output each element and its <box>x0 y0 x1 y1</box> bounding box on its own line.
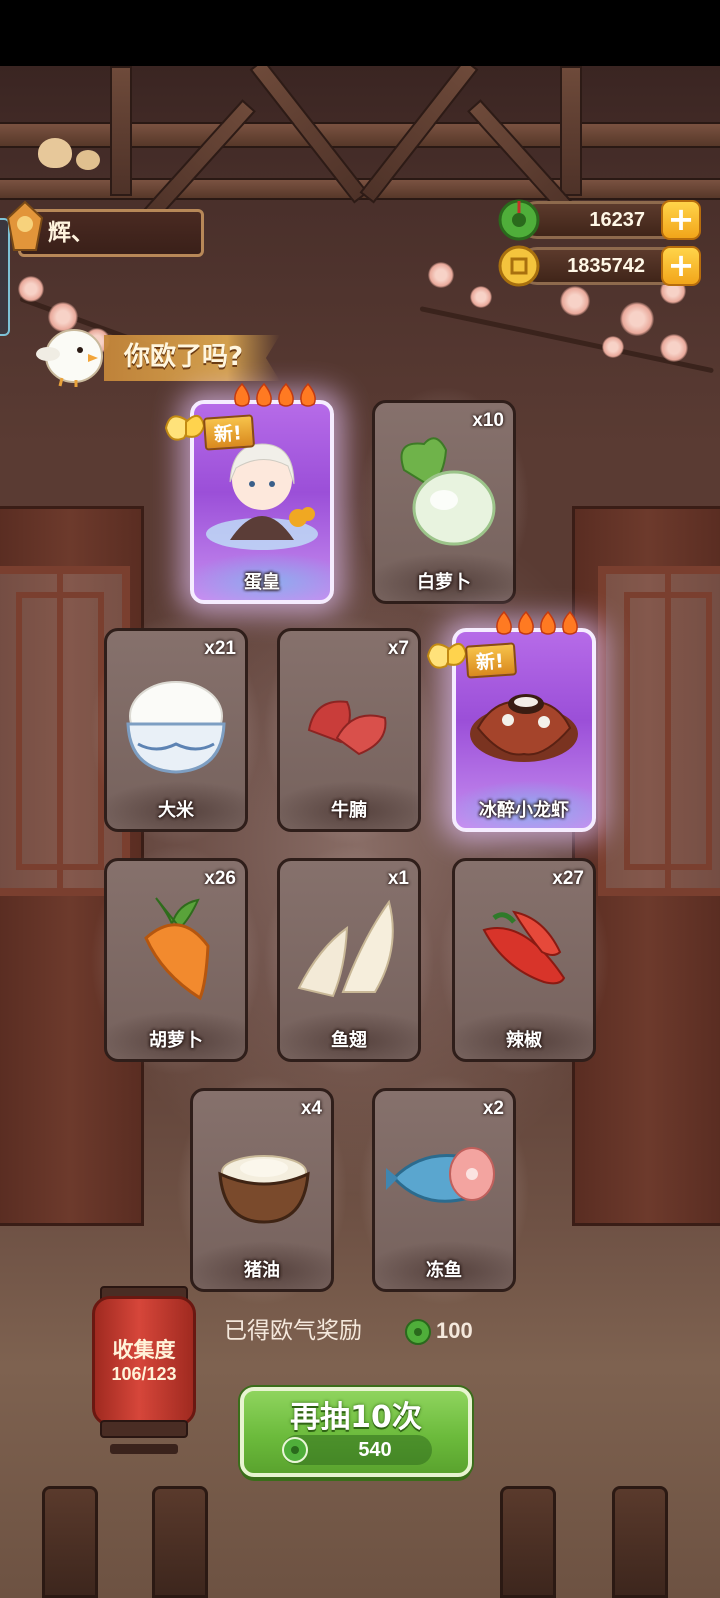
blossom <box>660 334 688 362</box>
card-carrot[interactable]: 胡萝卜 x26 <box>90 844 262 1076</box>
card-quantity: x26 <box>204 868 236 889</box>
blossom <box>602 336 624 358</box>
card-name: 白萝卜 <box>417 572 471 593</box>
draw-ten-label: 再抽10次 <box>290 1400 422 1435</box>
jade-amount: 16237 <box>589 209 645 231</box>
roof-beam <box>0 122 720 148</box>
blossom <box>560 286 590 316</box>
card-quantity: x7 <box>387 638 409 659</box>
new-badge: 新! <box>202 414 255 451</box>
card-rice-bowl[interactable]: 大米 x21 <box>90 614 262 846</box>
card-lard-bowl[interactable]: 猪油 x4 <box>176 1074 348 1306</box>
card-crayfish-dish[interactable]: 冰醉小龙虾 新! <box>426 610 596 832</box>
gold-coin-icon <box>498 245 540 287</box>
card-name: 冻鱼 <box>426 1260 462 1281</box>
add-jade-button[interactable]: + <box>661 200 701 240</box>
chick-decoration <box>76 150 100 170</box>
luck-banner-text: 你欧了吗? <box>124 342 244 372</box>
collection-progress: 106/123 <box>111 1364 177 1384</box>
roof-brace <box>142 99 256 223</box>
card-quantity: x2 <box>482 1098 504 1119</box>
blossom <box>18 276 44 302</box>
green-jade-coin-icon <box>498 199 540 241</box>
card-beef[interactable]: 牛腩 x7 <box>263 614 435 846</box>
roof-post <box>560 66 582 196</box>
blossom <box>620 302 654 336</box>
card-quantity: x27 <box>552 868 584 889</box>
fence-post <box>152 1486 208 1598</box>
fence-post <box>612 1486 668 1598</box>
new-badge: 新! <box>464 642 517 679</box>
jade-currency-bar: 16237 + <box>498 199 701 241</box>
card-quantity: x1 <box>387 868 409 889</box>
lantern-stand <box>110 1444 178 1454</box>
green-jade-coin-icon <box>282 1437 308 1463</box>
card-quantity: x4 <box>300 1098 322 1119</box>
gold-currency-bar: 1835742 + <box>498 245 701 287</box>
card-shark-fin[interactable]: 鱼翅 x1 <box>263 844 435 1076</box>
player-name: 辉、 <box>48 220 94 246</box>
card-name: 冰醉小龙虾 <box>479 800 569 821</box>
chick-mascot-icon <box>36 329 103 387</box>
fence-post <box>42 1486 98 1598</box>
luck-bonus-value: 100 <box>436 1318 473 1343</box>
blossom <box>470 286 492 308</box>
card-name: 牛腩 <box>331 800 367 821</box>
rarity-flames-icon <box>496 610 578 635</box>
add-gold-button[interactable]: + <box>661 246 701 286</box>
player-rank-icon <box>6 200 44 251</box>
card-quantity: x21 <box>204 638 236 659</box>
card-name: 胡萝卜 <box>149 1030 203 1051</box>
draw-cost-value: 540 <box>358 1439 392 1461</box>
luck-bonus-label: 已得欧气奖励 <box>224 1318 362 1344</box>
card-name: 鱼翅 <box>331 1030 367 1051</box>
card-quantity: x10 <box>472 410 504 431</box>
gold-amount: 1835742 <box>567 255 645 277</box>
right-window-lattice <box>598 566 720 896</box>
green-jade-coin-icon <box>405 1319 431 1345</box>
card-frozen-fish[interactable]: 冻鱼 x2 <box>358 1074 530 1306</box>
card-name: 辣椒 <box>506 1030 542 1051</box>
card-radish[interactable]: 白萝卜 x10 <box>358 386 530 618</box>
card-name: 猪油 <box>244 1260 280 1281</box>
rarity-flames-icon <box>234 382 316 407</box>
fence-post <box>500 1486 556 1598</box>
card-name: 大米 <box>158 800 194 821</box>
lantern-bottom <box>100 1420 188 1438</box>
card-chef-character[interactable]: 蛋皇 新! <box>164 382 334 604</box>
card-name: 蛋皇 <box>244 572 280 593</box>
blossom <box>428 262 454 288</box>
roof-post <box>110 66 132 196</box>
card-chili[interactable]: 辣椒 x27 <box>438 844 610 1076</box>
collection-label: 收集度 <box>112 1338 176 1362</box>
chick-decoration <box>38 138 72 168</box>
